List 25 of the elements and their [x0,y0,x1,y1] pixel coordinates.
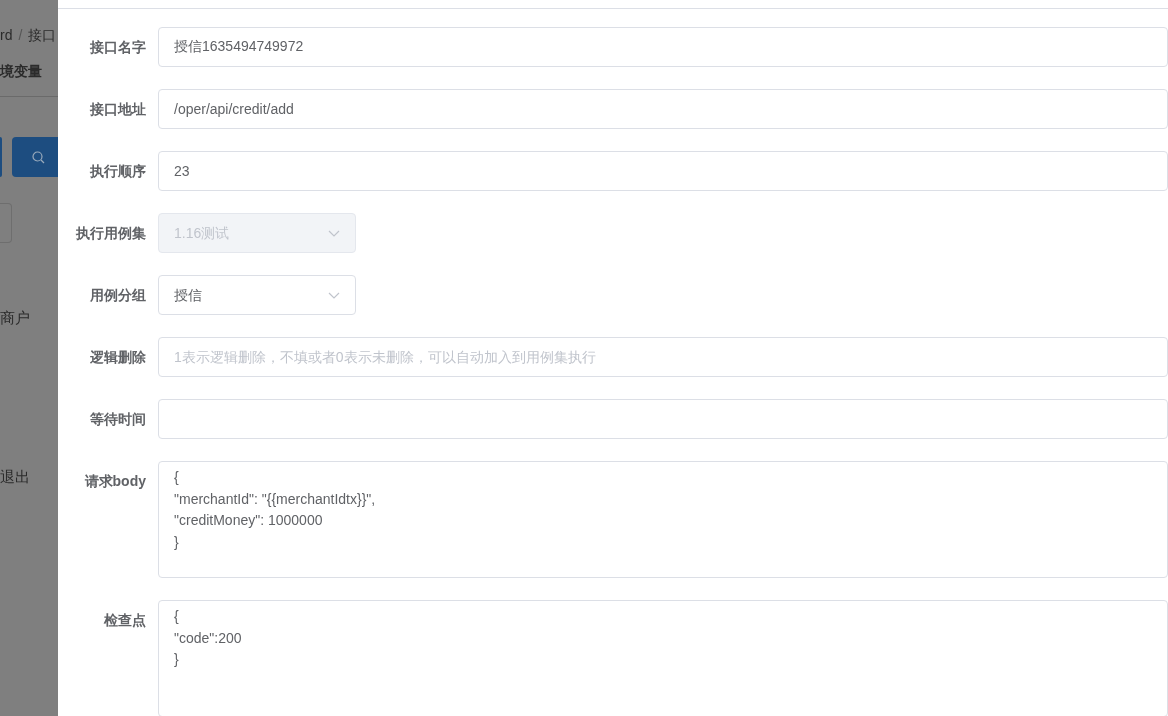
field-label: 接口名字 [89,38,147,57]
breadcrumb-link[interactable]: rd [0,25,13,45]
chevron-down-icon [328,229,340,237]
field-label: 逻辑删除 [89,348,147,367]
input-field[interactable]: /oper/api/credit/add [158,89,1168,129]
field-label: 执行用例集 [75,224,147,243]
field-label: 接口地址 [89,100,147,119]
textarea-field[interactable]: { "merchantId": "{{merchantIdtx}}", "creditMoney": 1000000 } [158,461,1168,578]
tab[interactable]: 境变量 [0,61,58,83]
breadcrumb-separator: / [18,26,23,45]
field-label: 等待时间 [89,410,147,429]
field-label: 用例分组 [89,286,147,305]
search-icon [31,150,45,164]
input-field[interactable]: 23 [158,151,1168,191]
breadcrumb-link[interactable]: 接口 [28,25,57,45]
menu-item[interactable]: 商户 [0,307,58,330]
field-label: 执行顺序 [89,162,147,181]
chevron-down-icon [328,291,340,299]
textarea-field[interactable]: { "code":200 } [158,600,1168,716]
search-button[interactable] [11,137,58,177]
field-label: 检查点 [103,611,147,630]
select-field[interactable]: 授信 [158,275,356,315]
menu-item[interactable]: 退出 [0,465,58,488]
field-label: 请求body [83,472,147,491]
input-field[interactable]: 授信1635494749972 [158,27,1168,67]
